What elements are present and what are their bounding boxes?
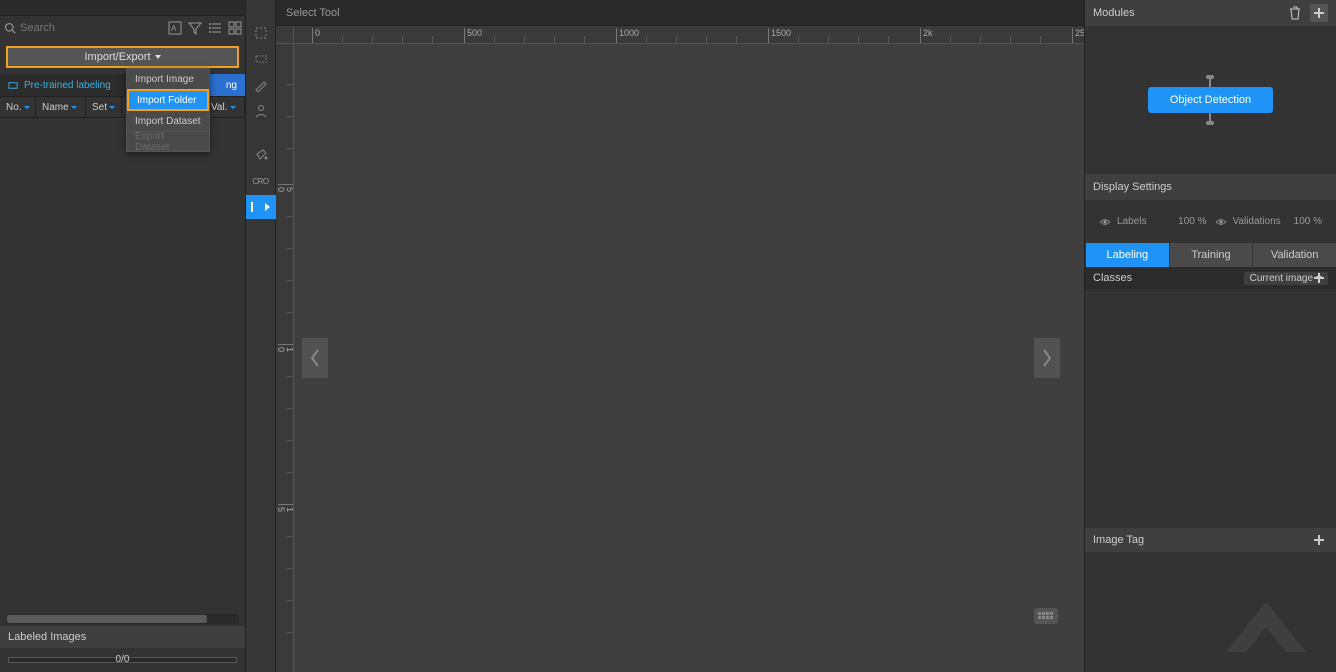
table-body	[0, 118, 245, 612]
image-tag-body	[1085, 552, 1336, 672]
center-area: Select Tool 0 500 1000 1500 2k 250 500 1…	[276, 0, 1084, 672]
keyboard-icon[interactable]	[1034, 608, 1058, 624]
image-tag-title: Image Tag	[1093, 534, 1144, 546]
import-export-button[interactable]: Import/Export	[6, 46, 239, 68]
expand-icon[interactable]: A	[168, 21, 182, 35]
dropdown-import-image[interactable]: Import Image	[127, 69, 209, 89]
ruler-left: 500 1000 1500	[276, 44, 294, 672]
column-name[interactable]: Name	[36, 97, 86, 117]
search-input[interactable]	[20, 22, 162, 34]
marquee-icon[interactable]	[246, 47, 276, 71]
ruler-tick-v: 1000	[278, 344, 294, 352]
add-class-button[interactable]	[1310, 269, 1328, 287]
add-image-tag-button[interactable]	[1310, 531, 1328, 549]
labeled-images-progress: 0/0	[0, 648, 245, 672]
validations-visibility[interactable]: Validations 100 %	[1215, 216, 1323, 227]
prev-image-button[interactable]	[302, 338, 328, 378]
canvas-wrap: 0 500 1000 1500 2k 250 500 1000 1500	[276, 26, 1084, 672]
svg-text:A: A	[171, 24, 177, 33]
column-val[interactable]: Val.	[205, 97, 245, 117]
classes-title: Classes	[1093, 272, 1132, 284]
search-input-wrap	[4, 22, 162, 34]
ruler-tick: 500	[464, 28, 482, 44]
image-tag-header: Image Tag	[1085, 528, 1336, 552]
labeling-active-label: ng	[226, 80, 237, 91]
ruler-tick: 1000	[616, 28, 639, 44]
connector-top-icon	[1209, 79, 1211, 87]
pen-icon[interactable]	[246, 73, 276, 97]
left-top-spacer	[0, 0, 245, 16]
modules-title: Modules	[1093, 7, 1135, 19]
select-tool-icon[interactable]	[246, 21, 276, 45]
ruler-tick: 0	[312, 28, 320, 44]
dropdown-export-dataset: Export Dataset	[127, 131, 209, 151]
ruler-tick: 2k	[920, 28, 933, 44]
add-module-button[interactable]	[1310, 4, 1328, 22]
h-scrollbar[interactable]	[0, 612, 245, 626]
search-icon	[4, 22, 16, 34]
display-settings-body: Labels 100 % Validations 100 %	[1085, 200, 1336, 243]
dropdown-import-dataset[interactable]: Import Dataset	[127, 111, 209, 131]
next-image-button[interactable]	[1034, 338, 1060, 378]
labels-visibility[interactable]: Labels 100 %	[1099, 216, 1207, 227]
modules-header: Modules	[1085, 0, 1336, 26]
tab-validation[interactable]: Validation	[1252, 243, 1336, 267]
pretrained-labeling-button[interactable]: Pre-trained labeling	[0, 74, 145, 96]
classes-body	[1085, 289, 1336, 528]
right-panel: Modules Object Detection Display Setting…	[1084, 0, 1336, 672]
tool-column: CRO	[246, 0, 276, 672]
ruler-tick: 1500	[768, 28, 791, 44]
thumb-grid-icon[interactable]	[228, 21, 242, 35]
tab-select-tool[interactable]: Select Tool	[286, 7, 340, 19]
object-detection-node[interactable]: Object Detection	[1148, 87, 1273, 113]
labeled-images-title: Labeled Images	[8, 631, 86, 643]
display-settings-header: Display Settings	[1085, 174, 1336, 200]
canvas[interactable]	[294, 44, 1084, 672]
import-export-dropdown: Import Image Import Folder Import Datase…	[126, 68, 210, 152]
column-no[interactable]: No.	[0, 97, 36, 117]
crop-label[interactable]: CRO	[246, 169, 276, 193]
list-icon[interactable]	[208, 21, 222, 35]
ruler-tick: 250	[1072, 28, 1084, 44]
tag-icon	[8, 80, 19, 91]
classes-bar: Classes Current image	[1085, 267, 1336, 289]
left-toolbar-icons: A	[168, 21, 242, 35]
tab-labeling[interactable]: Labeling	[1085, 243, 1169, 267]
person-icon[interactable]	[246, 99, 276, 123]
eye-icon	[1215, 218, 1227, 226]
ruler-corner	[276, 26, 294, 44]
display-settings-title: Display Settings	[1093, 181, 1172, 193]
bucket-icon[interactable]	[246, 143, 276, 167]
dropdown-import-folder[interactable]: Import Folder	[127, 89, 209, 111]
tab-bar: Select Tool	[276, 0, 1084, 26]
trash-icon[interactable]	[1286, 4, 1304, 22]
filter-icon[interactable]	[188, 21, 202, 35]
mode-tabs: Labeling Training Validation	[1085, 243, 1336, 267]
ruler-tick-v: 1500	[278, 504, 294, 512]
eye-icon	[1099, 218, 1111, 226]
labeled-images-header: Labeled Images	[0, 626, 245, 648]
ruler-top: 0 500 1000 1500 2k 250	[294, 26, 1084, 44]
column-set[interactable]: Set	[86, 97, 122, 117]
progress-text: 0/0	[9, 654, 236, 665]
import-export-label: Import/Export	[84, 51, 150, 63]
modules-area: Object Detection	[1085, 26, 1336, 174]
search-row: A	[0, 16, 245, 40]
ruler-tick-v: 500	[278, 184, 294, 192]
tab-training[interactable]: Training	[1169, 243, 1253, 267]
watermark-icon	[1206, 592, 1326, 662]
pretrained-labeling-label: Pre-trained labeling	[24, 80, 111, 91]
next-tool-icon[interactable]	[246, 195, 276, 219]
connector-bottom-icon	[1209, 113, 1211, 121]
chevron-down-icon	[155, 55, 161, 59]
object-detection-label: Object Detection	[1170, 94, 1251, 106]
